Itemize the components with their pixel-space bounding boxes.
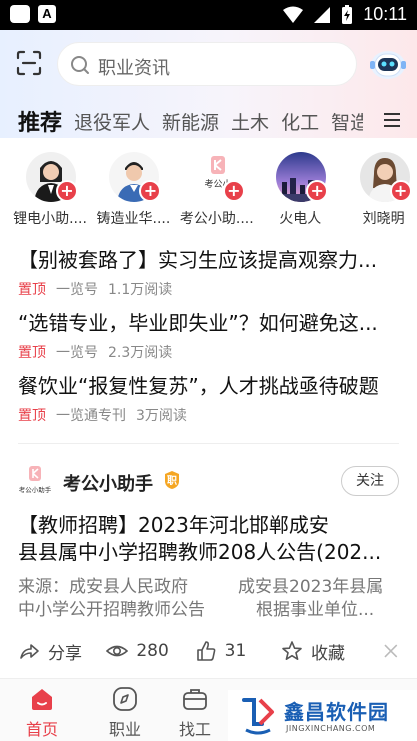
nav-label: 首页 xyxy=(25,720,58,739)
card-snippet[interactable]: 来源：成安县人民政府 成安县2023年县属 中小学公开招聘教师公告 根据事业单位… xyxy=(18,576,399,622)
views-value: 280 xyxy=(136,641,169,661)
collect-button[interactable]: 收藏 xyxy=(281,639,371,664)
signal-icon xyxy=(314,6,331,23)
watermark-logo-icon xyxy=(242,698,274,735)
notification-icon xyxy=(10,5,30,23)
svg-text:职: 职 xyxy=(167,475,177,487)
follow-plus-icon[interactable]: + xyxy=(222,180,245,202)
briefcase-icon xyxy=(183,689,207,710)
kaogong-assistant-logo-icon[interactable]: 考公小助手 xyxy=(18,466,52,496)
robot-assistant-icon[interactable] xyxy=(367,44,409,84)
article-title[interactable]: 餐饮业“报复性复苏”，人才挑战亟待破题 xyxy=(18,370,403,399)
follow-plus-icon[interactable]: + xyxy=(306,180,329,202)
recommended-authors: + 锂电小助.... + 铸造业华.... 考公小 + 考公小助.... + 火… xyxy=(0,150,417,230)
follow-plus-icon[interactable]: + xyxy=(389,180,412,202)
likes-value: 31 xyxy=(224,641,247,661)
thumbs-up-icon xyxy=(196,641,216,661)
article-source: 一览号 xyxy=(56,282,98,298)
nav-home[interactable]: 首页 xyxy=(12,686,72,740)
snippet-text: 来源：成安县人民政府 xyxy=(18,577,188,597)
snippet-text: 成安县2023年县属 xyxy=(238,577,384,597)
pinned-badge: 置顶 xyxy=(18,282,46,298)
card-title[interactable]: 【教师招聘】2023年河北邯郸成安 县县属中小学招聘教师208人公告(202..… xyxy=(18,512,403,566)
tab-new-energy[interactable]: 新能源 xyxy=(162,108,219,135)
app-notification-icon: A xyxy=(38,5,56,23)
search-icon xyxy=(71,56,89,74)
snippet-text: 中小学公开招聘教师公告 xyxy=(18,600,205,620)
author-item[interactable]: + 刘晓明 xyxy=(334,150,417,230)
share-button[interactable]: 分享 xyxy=(18,639,106,664)
author-item[interactable]: 考公小 + 考公小助.... xyxy=(167,150,254,230)
close-icon[interactable] xyxy=(383,643,399,659)
author-item[interactable]: + 火电人 xyxy=(250,150,333,230)
status-time: 10:11 xyxy=(363,4,407,24)
verified-badge-icon: 职 xyxy=(165,471,179,489)
author-item[interactable]: + 锂电小助.... xyxy=(0,150,87,230)
status-bar: A 10:11 xyxy=(0,0,417,30)
author-item[interactable]: + 铸造业华.... xyxy=(83,150,170,230)
follow-plus-icon[interactable]: + xyxy=(139,180,162,202)
article-item[interactable]: 【别被套路了】实习生应该提高观察力... 置顶 一览号 1.1万阅读 xyxy=(18,244,403,299)
pinned-badge: 置顶 xyxy=(18,345,46,361)
eye-icon xyxy=(106,645,129,657)
compass-icon xyxy=(113,687,137,711)
nav-label: 找工 xyxy=(178,720,211,739)
follow-button[interactable]: 关注 xyxy=(341,466,399,496)
like-button[interactable]: 31 xyxy=(195,640,281,662)
tab-smart-manufacturing[interactable]: 智造 xyxy=(331,108,363,135)
article-item[interactable]: “选错专业，毕业即失业”？如何避免这... 置顶 一览号 2.3万阅读 xyxy=(18,307,403,362)
card-title-line: 县县属中小学招聘教师208人公告(202... xyxy=(18,540,382,564)
article-title[interactable]: 【别被套路了】实习生应该提高观察力... xyxy=(18,244,403,273)
article-source: 一览号 xyxy=(56,345,98,361)
category-tabs: 推荐 退役军人 新能源 土木 化工 智造 xyxy=(18,104,363,138)
wifi-icon xyxy=(283,6,304,23)
snippet-text: 根据事业单位... xyxy=(256,600,375,620)
card-author-name[interactable]: 考公小助手 xyxy=(63,470,153,496)
watermark-title: 鑫昌软件园 xyxy=(284,700,389,724)
nav-find-job[interactable]: 找工 xyxy=(165,686,225,740)
menu-icon[interactable] xyxy=(383,112,401,128)
nav-career[interactable]: 职业 xyxy=(95,686,155,740)
author-name: 刘晓明 xyxy=(362,211,405,227)
watermark-subtitle: JINGXINCHANG.COM xyxy=(286,724,376,733)
views-count: 280 xyxy=(106,640,194,662)
follow-plus-icon[interactable]: + xyxy=(56,180,78,202)
pinned-badge: 置顶 xyxy=(18,408,46,424)
card-title-line: 【教师招聘】2023年河北邯郸成安 xyxy=(18,513,329,537)
nav-label: 职业 xyxy=(108,720,141,739)
scan-icon[interactable] xyxy=(16,50,42,76)
article-source: 一览通专刊 xyxy=(56,408,126,424)
tab-veterans[interactable]: 退役军人 xyxy=(74,108,150,135)
card-actions: 分享 280 31 收藏 xyxy=(18,638,399,664)
article-title[interactable]: “选错专业，毕业即失业”？如何避免这... xyxy=(18,307,403,336)
search-placeholder: 职业资讯 xyxy=(98,58,170,79)
share-label: 分享 xyxy=(48,643,82,664)
svg-text:考公小助手: 考公小助手 xyxy=(19,485,52,494)
battery-icon xyxy=(342,4,353,24)
article-reads: 2.3万阅读 xyxy=(108,345,173,361)
watermark: 鑫昌软件园 JINGXINCHANG.COM xyxy=(228,690,417,741)
star-icon xyxy=(282,641,302,660)
tab-recommend[interactable]: 推荐 xyxy=(18,105,62,137)
collect-label: 收藏 xyxy=(311,643,346,664)
search-input[interactable]: 职业资讯 xyxy=(57,42,357,86)
article-reads: 3万阅读 xyxy=(136,408,187,424)
article-item[interactable]: 餐饮业“报复性复苏”，人才挑战亟待破题 置顶 一览通专刊 3万阅读 xyxy=(18,370,403,425)
home-icon xyxy=(32,689,52,710)
article-reads: 1.1万阅读 xyxy=(108,282,173,298)
share-icon xyxy=(20,644,39,659)
tab-civil-engineering[interactable]: 土木 xyxy=(231,108,269,135)
divider xyxy=(18,443,399,444)
tab-chemical[interactable]: 化工 xyxy=(281,108,319,135)
